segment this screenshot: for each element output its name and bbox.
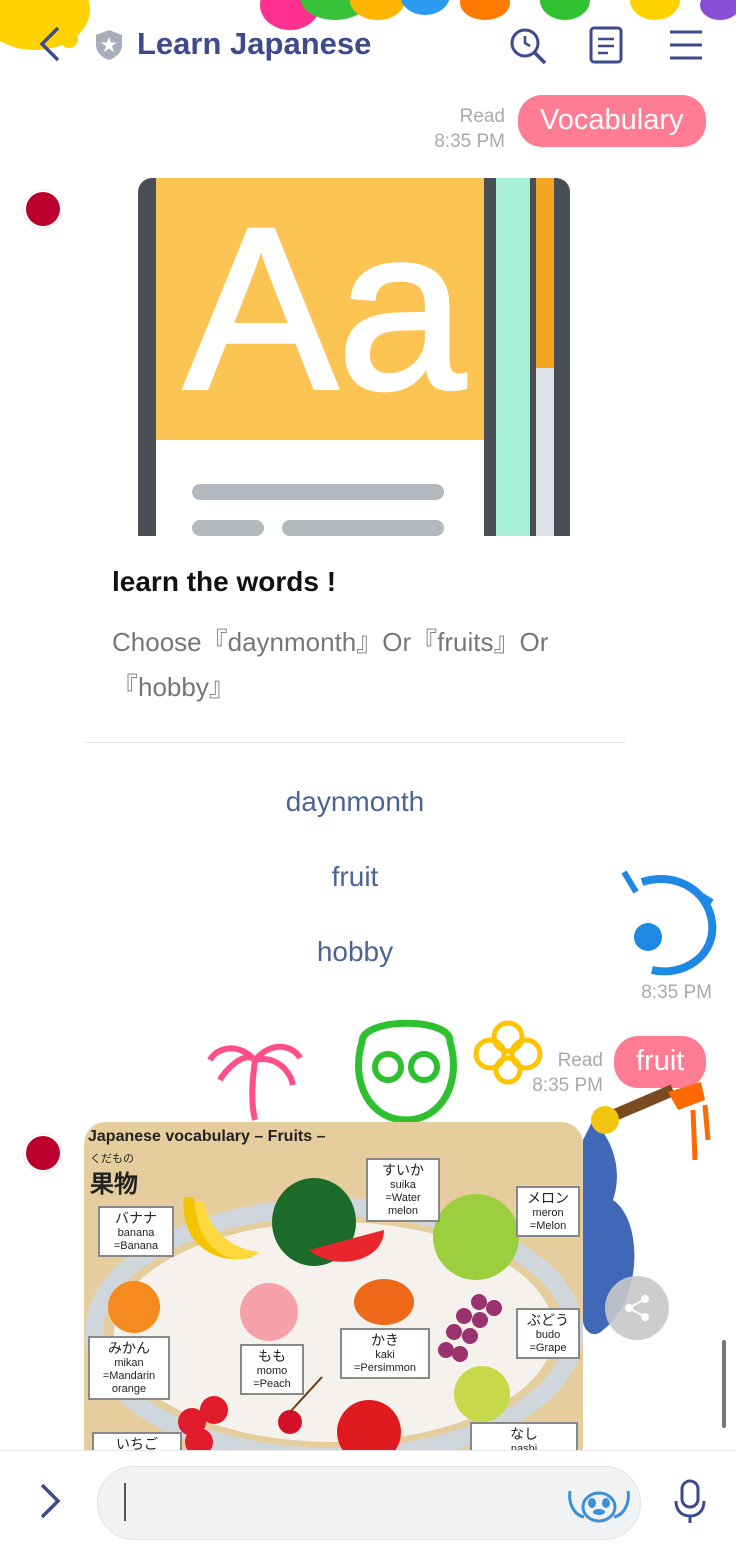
bot-avatar[interactable] xyxy=(24,1134,62,1172)
paint-splat-decoration xyxy=(400,0,450,15)
fruit-label-momo: もも momo =Peach xyxy=(240,1344,304,1395)
card-title: learn the words ! xyxy=(112,566,337,597)
fruit-label-romaji: kaki xyxy=(375,1349,395,1361)
svg-text:Aa: Aa xyxy=(184,180,465,437)
fruit-label-meron: メロン meron =Melon xyxy=(516,1186,580,1237)
message-time: 8:35 PM xyxy=(641,982,712,1003)
chat-header: Learn Japanese xyxy=(0,0,736,92)
shield-star-icon xyxy=(96,30,122,60)
fruit-plate-illustration xyxy=(85,1178,583,1452)
fruit-label-kaki: かき kaki =Persimmon xyxy=(340,1328,430,1379)
chat-title: Learn Japanese xyxy=(137,26,372,61)
fruit-label-jp: メロン xyxy=(527,1190,569,1206)
scrollbar[interactable] xyxy=(722,1340,726,1428)
fruit-label-romaji: meron xyxy=(532,1207,564,1219)
card-action-daynmonth[interactable]: daynmonth xyxy=(84,786,626,818)
paint-splat-decoration xyxy=(350,0,405,20)
sticker-icon[interactable] xyxy=(566,1483,632,1525)
text-cursor xyxy=(124,1483,126,1521)
fruit-vocabulary-image[interactable]: Japanese vocabulary – Fruits – くだもの 果物 バ… xyxy=(84,1122,583,1452)
fruit-label-en: =Persimmon xyxy=(353,1362,417,1374)
fruit-label-romaji: mikan xyxy=(114,1357,144,1369)
fruit-label-banana: バナナ banana =Banana xyxy=(98,1206,174,1257)
fruit-label-en: =Melon xyxy=(529,1220,567,1232)
fruit-label-en: =Water melon xyxy=(385,1192,421,1217)
dictionary-card-image[interactable]: Aa xyxy=(84,178,624,536)
search-icon[interactable] xyxy=(508,26,548,66)
fruit-label-romaji: budo xyxy=(535,1329,561,1341)
fruit-label-romaji: suika xyxy=(390,1179,416,1191)
chevron-right-icon[interactable] xyxy=(36,1481,64,1521)
read-status: Read xyxy=(459,106,505,127)
fruit-label-jp: すいか xyxy=(382,1162,424,1178)
cartoon-character-decoration xyxy=(621,870,717,976)
message-input-bar xyxy=(0,1450,736,1547)
microphone-icon[interactable] xyxy=(672,1479,708,1525)
dictionary-book-illustration: Aa xyxy=(138,178,570,536)
read-status: Read xyxy=(557,1050,603,1071)
fruit-label-romaji: banana xyxy=(117,1227,155,1239)
fruit-label-en: =Banana xyxy=(113,1240,159,1252)
fruit-label-mikan: みかん mikan =Mandarin orange xyxy=(88,1336,170,1400)
fruit-label-ichigo: いちご xyxy=(92,1432,182,1452)
fruit-label-nashi: なし nashi xyxy=(470,1422,578,1452)
fruit-label-jp: バナナ xyxy=(115,1210,157,1226)
fruit-label-budo: ぶどう budo =Grape xyxy=(516,1308,580,1359)
fruit-label-en: =Peach xyxy=(253,1378,291,1390)
share-button[interactable] xyxy=(605,1276,669,1340)
read-receipt: Read 8:35 PM xyxy=(420,104,505,154)
share-icon xyxy=(625,1295,649,1321)
paint-splat-decoration xyxy=(630,0,680,20)
message-bubble-vocabulary[interactable]: Vocabulary xyxy=(518,95,706,147)
message-time: 8:35 PM xyxy=(434,131,505,152)
paint-splat-decoration xyxy=(700,0,736,20)
fruit-label-en: =Mandarin orange xyxy=(102,1370,156,1395)
owl-doodle xyxy=(355,1019,457,1122)
bot-avatar[interactable] xyxy=(24,190,62,228)
message-input[interactable] xyxy=(97,1466,641,1540)
chevron-left-icon[interactable] xyxy=(36,24,64,64)
fruit-label-jp: なし xyxy=(510,1426,538,1442)
fruit-label-jp: もも xyxy=(258,1348,286,1364)
fruit-label-romaji: momo xyxy=(256,1365,288,1377)
fruit-label-jp: かき xyxy=(371,1332,399,1348)
notes-icon[interactable] xyxy=(588,25,624,65)
card-divider xyxy=(84,742,626,743)
paint-splat-decoration xyxy=(460,0,510,20)
card-action-hobby[interactable]: hobby xyxy=(84,936,626,968)
fruit-label-jp: ぶどう xyxy=(527,1312,569,1328)
palm-tree-doodle xyxy=(207,1044,303,1121)
menu-icon[interactable] xyxy=(668,28,704,62)
paint-splat-decoration xyxy=(540,0,590,20)
fruit-label-suika: すいか suika =Water melon xyxy=(366,1158,440,1222)
card-action-fruit[interactable]: fruit xyxy=(84,861,626,893)
fruit-label-en: =Grape xyxy=(529,1342,567,1354)
card-description: Choose『daynmonth』Or『fruits』Or『hobby』 xyxy=(112,627,549,702)
fruit-label-jp: みかん xyxy=(108,1340,150,1356)
